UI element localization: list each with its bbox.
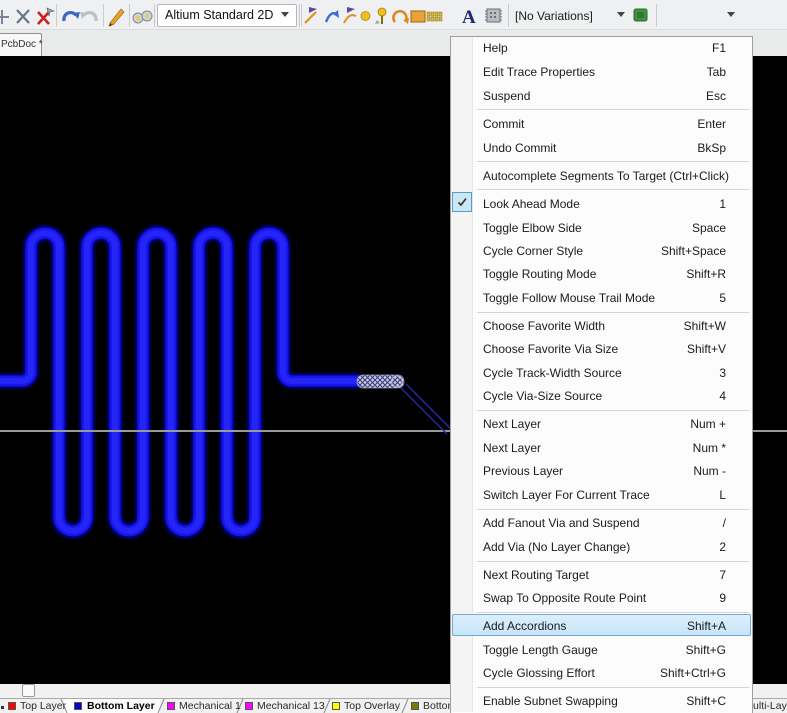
svg-text:A: A — [462, 7, 476, 28]
